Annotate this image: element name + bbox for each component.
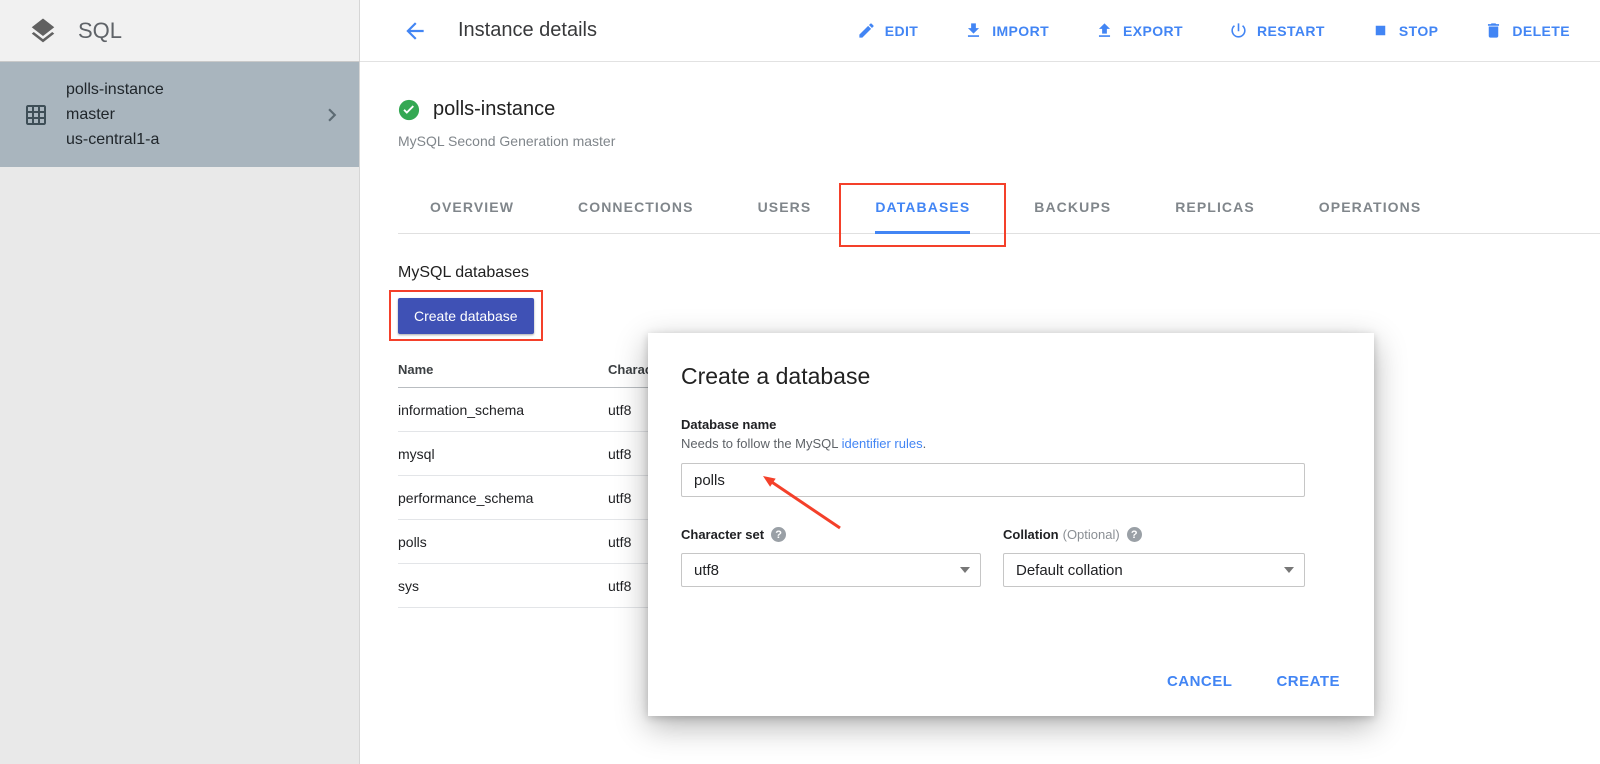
help-icon[interactable] <box>771 527 786 542</box>
stop-icon <box>1371 21 1390 40</box>
delete-button[interactable]: DELETE <box>1484 21 1570 40</box>
export-button[interactable]: EXPORT <box>1095 21 1183 40</box>
product-header: SQL <box>0 0 360 62</box>
delete-label: DELETE <box>1512 23 1570 39</box>
db-name-cell: mysql <box>398 432 608 476</box>
instance-tabs: OVERVIEW CONNECTIONS USERS DATABASES BAC… <box>398 181 1600 234</box>
column-header-name: Name <box>398 356 608 388</box>
annotation-box-create-button <box>389 290 543 341</box>
database-name-label: Database name <box>681 417 1305 432</box>
db-name-cell: polls <box>398 520 608 564</box>
collation-field: Collation (Optional) Default collation <box>1003 527 1305 587</box>
page-title: Instance details <box>458 19 597 42</box>
status-check-icon <box>398 99 420 121</box>
collation-label: Collation <box>1003 527 1059 542</box>
database-name-hint: Needs to follow the MySQL identifier rul… <box>681 436 1305 451</box>
top-bar: SQL Instance details EDIT IMPORT EXPORT <box>0 0 1600 62</box>
tab-replicas[interactable]: REPLICAS <box>1175 181 1255 233</box>
create-database-dialog: Create a database Database name Needs to… <box>648 333 1374 716</box>
db-name-cell: information_schema <box>398 388 608 432</box>
dialog-title: Create a database <box>681 363 1305 390</box>
tab-connections[interactable]: CONNECTIONS <box>578 181 694 233</box>
db-name-cell: performance_schema <box>398 476 608 520</box>
charset-select[interactable]: utf8 <box>681 553 981 587</box>
header-actions: EDIT IMPORT EXPORT RESTART STOP <box>857 21 1570 40</box>
stop-button[interactable]: STOP <box>1371 21 1438 40</box>
charset-value: utf8 <box>694 562 719 579</box>
pencil-icon <box>857 21 876 40</box>
grid-icon <box>24 103 48 127</box>
collation-select[interactable]: Default collation <box>1003 553 1305 587</box>
instance-header: polls-instance MySQL Second Generation m… <box>398 62 1600 149</box>
restart-label: RESTART <box>1257 23 1325 39</box>
charset-field: Character set utf8 <box>681 527 981 587</box>
restart-button[interactable]: RESTART <box>1229 21 1325 40</box>
stop-label: STOP <box>1399 23 1438 39</box>
instance-subtitle: MySQL Second Generation master <box>398 133 1600 149</box>
sidebar: polls-instance master us-central1-a <box>0 62 360 764</box>
cloud-sql-console: SQL Instance details EDIT IMPORT EXPORT <box>0 0 1600 764</box>
power-icon <box>1229 21 1248 40</box>
cloud-sql-logo-icon <box>28 16 58 46</box>
collation-optional-label: (Optional) <box>1063 527 1120 542</box>
import-icon <box>964 21 983 40</box>
cancel-button[interactable]: CANCEL <box>1167 673 1233 690</box>
import-label: IMPORT <box>992 23 1049 39</box>
export-icon <box>1095 21 1114 40</box>
tab-backups[interactable]: BACKUPS <box>1034 181 1111 233</box>
sidebar-instance-role: master <box>66 102 164 127</box>
identifier-rules-link[interactable]: identifier rules <box>842 436 923 451</box>
create-button[interactable]: CREATE <box>1276 673 1340 690</box>
sidebar-instance-zone: us-central1-a <box>66 127 164 152</box>
collation-value: Default collation <box>1016 562 1123 579</box>
page-header: Instance details EDIT IMPORT EXPORT REST… <box>360 0 1600 62</box>
edit-label: EDIT <box>885 23 919 39</box>
tab-databases[interactable]: DATABASES <box>875 181 970 233</box>
trash-icon <box>1484 21 1503 40</box>
export-label: EXPORT <box>1123 23 1183 39</box>
dialog-actions: CANCEL CREATE <box>1167 673 1340 690</box>
db-name-cell: sys <box>398 564 608 608</box>
dropdown-caret-icon <box>960 567 970 573</box>
sidebar-instance-item[interactable]: polls-instance master us-central1-a <box>0 62 359 167</box>
section-heading: MySQL databases <box>398 264 1600 282</box>
edit-button[interactable]: EDIT <box>857 21 919 40</box>
sidebar-instance-name: polls-instance <box>66 77 164 102</box>
tab-overview[interactable]: OVERVIEW <box>430 181 514 233</box>
product-name: SQL <box>78 18 122 44</box>
charset-label: Character set <box>681 527 764 542</box>
sidebar-instance-text: polls-instance master us-central1-a <box>66 77 164 152</box>
instance-name: polls-instance <box>433 98 555 121</box>
tab-users[interactable]: USERS <box>758 181 812 233</box>
back-button[interactable] <box>398 14 432 48</box>
arrow-back-icon <box>402 18 428 44</box>
import-button[interactable]: IMPORT <box>964 21 1049 40</box>
dropdown-caret-icon <box>1284 567 1294 573</box>
database-name-input[interactable] <box>681 463 1305 497</box>
help-icon[interactable] <box>1127 527 1142 542</box>
create-database-button[interactable]: Create database <box>398 298 534 334</box>
tab-operations[interactable]: OPERATIONS <box>1319 181 1422 233</box>
chevron-right-icon <box>319 102 345 128</box>
